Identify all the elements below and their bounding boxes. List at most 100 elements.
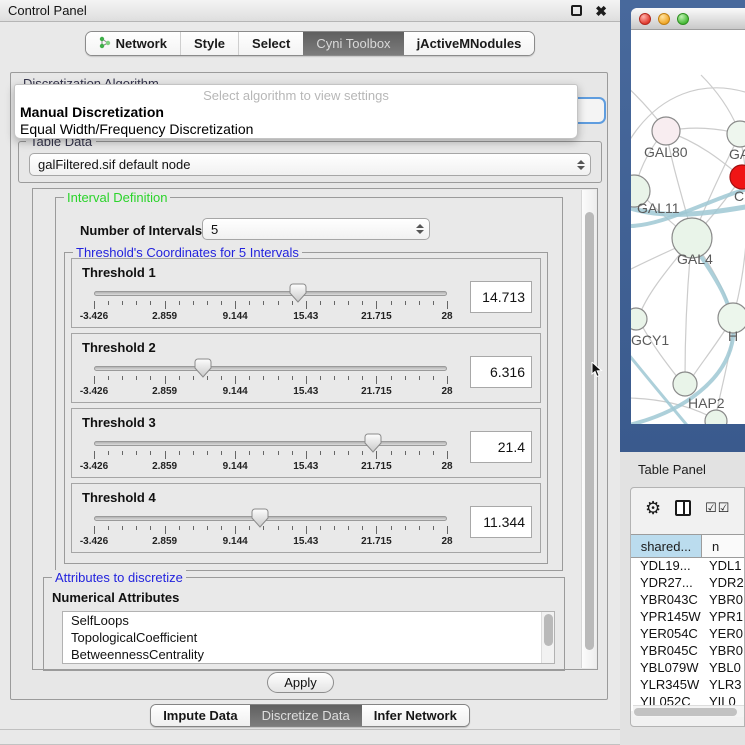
table-horizontal-scrollbar[interactable]: [633, 705, 744, 717]
control-panel-titlebar: Control Panel ✖: [0, 0, 620, 22]
threshold-2-box: Threshold 2-3.4262.8599.14415.4321.71528…: [71, 333, 541, 403]
panel-vertical-scrollbar[interactable]: [581, 190, 596, 668]
control-panel: Control Panel ✖ Network Style SelectCyni T…: [0, 0, 620, 745]
slider-thumb[interactable]: [194, 358, 212, 378]
algorithm-option-equal-width[interactable]: Equal Width/Frequency Discretization: [15, 120, 577, 137]
network-node-label: GAL4: [677, 251, 713, 267]
tab-style[interactable]: Style: [180, 32, 238, 55]
table-panel-box: ⚙ ☑☑ shared... n YDL19...YDL1YDR27...YDR…: [630, 487, 745, 727]
network-window-frame: GAL80GACGAL11GAL4GCY1HHAP2: [620, 0, 745, 452]
control-panel-title: Control Panel: [0, 3, 571, 18]
attribute-items: SelfLoopsTopologicalCoefficientBetweenne…: [63, 612, 554, 663]
slider-track[interactable]: [94, 516, 447, 521]
attributes-scrollbar-thumb[interactable]: [544, 614, 553, 646]
bottom-tab-discretize-data[interactable]: Discretize Data: [250, 705, 362, 726]
bottom-tab-infer-network[interactable]: Infer Network: [362, 705, 469, 726]
threshold-1-box: Threshold 1 -3.4262.8599.14415.4321.71528…: [71, 258, 541, 328]
tab-label: Network: [116, 36, 167, 51]
slider-ticks: [94, 301, 447, 310]
zoom-traffic-light-icon[interactable]: [677, 13, 689, 25]
network-node[interactable]: [730, 165, 745, 189]
tab-jactivemnodules[interactable]: jActiveMNodules: [404, 32, 535, 55]
threshold-label: Threshold 4: [82, 490, 156, 505]
bottom-tab-impute-data[interactable]: Impute Data: [151, 705, 249, 726]
threshold-label: Threshold 2: [82, 340, 156, 355]
column-header-name[interactable]: n: [702, 535, 745, 557]
table-row[interactable]: YBL079WYBL0: [631, 660, 745, 677]
table-horizontal-scrollbar-thumb[interactable]: [634, 708, 737, 716]
threshold-label: Threshold 3: [82, 415, 156, 430]
node-table-header: shared... n: [631, 534, 745, 558]
table-row[interactable]: YBR045CYBR0: [631, 643, 745, 660]
attributes-group: Attributes to discretize Numerical Attri…: [43, 577, 565, 671]
gear-icon[interactable]: ⚙: [645, 499, 661, 517]
table-row[interactable]: YDR27...YDR2: [631, 575, 745, 592]
network-node[interactable]: [727, 121, 745, 147]
table-panel: Table Panel ⚙ ☑☑ shared... n YDL19...YDL…: [620, 452, 745, 745]
network-node-label: GAL11: [637, 200, 680, 216]
table-data-combobox[interactable]: galFiltered.sif default node: [29, 153, 591, 176]
columns-icon[interactable]: [675, 500, 691, 516]
network-node-label: GAL80: [644, 144, 688, 160]
table-row[interactable]: YBR043CYBR0: [631, 592, 745, 609]
table-row[interactable]: YER054CYER0: [631, 626, 745, 643]
tab-network[interactable]: Network: [86, 32, 180, 55]
tab-cyni-toolbox[interactable]: Cyni Toolbox: [303, 32, 403, 55]
close-icon[interactable]: ✖: [595, 4, 607, 18]
network-node[interactable]: [705, 410, 727, 424]
panel-vertical-scrollbar-thumb[interactable]: [585, 212, 594, 650]
network-window-titlebar[interactable]: [631, 8, 745, 30]
slider-track[interactable]: [94, 291, 447, 296]
combo-spinner-icon: [413, 224, 429, 234]
attribute-item[interactable]: BetweennessCentrality: [63, 646, 554, 663]
network-node[interactable]: [652, 117, 680, 145]
table-panel-toolbar: ⚙ ☑☑: [631, 488, 744, 528]
slider-track[interactable]: [94, 441, 447, 446]
apply-button[interactable]: Apply: [267, 672, 334, 693]
slider-track[interactable]: [94, 366, 447, 371]
top-tab-row: Network Style SelectCyni ToolboxjActiveMNo…: [0, 31, 620, 56]
algorithm-dropdown-hint: Select algorithm to view settings: [15, 85, 577, 103]
interval-definition-title: Interval Definition: [64, 190, 170, 205]
number-of-intervals-label: Number of Intervals: [80, 223, 202, 238]
table-row[interactable]: YLR345WYLR3: [631, 677, 745, 694]
close-traffic-light-icon[interactable]: [639, 13, 651, 25]
tab-label: Style: [194, 36, 225, 51]
threshold-value-field[interactable]: 6.316: [470, 356, 532, 388]
slider-thumb[interactable]: [251, 508, 269, 528]
attributes-group-title: Attributes to discretize: [52, 570, 186, 585]
slider-ticks: [94, 376, 447, 385]
threshold-label: Threshold 1: [82, 265, 156, 280]
network-canvas[interactable]: GAL80GACGAL11GAL4GCY1HHAP2: [631, 30, 745, 424]
minimize-traffic-light-icon[interactable]: [658, 13, 670, 25]
slider-scale-labels: -3.4262.8599.14415.4321.71528: [94, 311, 447, 323]
thresholds-container: Threshold 1 -3.4262.8599.14415.4321.71528…: [65, 258, 547, 553]
network-node[interactable]: [631, 308, 647, 330]
algorithm-option-manual[interactable]: Manual Discretization: [15, 103, 577, 120]
attributes-scrollbar[interactable]: [541, 612, 554, 663]
threshold-value-field[interactable]: 21.4: [470, 431, 532, 463]
threshold-value-field[interactable]: 14.713: [470, 281, 532, 313]
checkbox-icons[interactable]: ☑☑: [705, 500, 730, 516]
float-window-icon[interactable]: [571, 5, 582, 16]
slider-thumb[interactable]: [289, 283, 307, 303]
table-panel-title: Table Panel: [638, 462, 706, 477]
slider-scale-labels: -3.4262.8599.14415.4321.71528: [94, 461, 447, 473]
tab-select[interactable]: Select: [238, 32, 303, 55]
column-header-shared-name[interactable]: shared...: [631, 535, 702, 557]
table-data-combobox-value: galFiltered.sif default node: [30, 157, 574, 172]
slider-ticks: [94, 526, 447, 535]
numerical-attributes-heading: Numerical Attributes: [52, 590, 179, 605]
threshold-3-box: Threshold 3 -3.4262.8599.14415.4321.71528…: [71, 408, 541, 478]
attribute-item[interactable]: TopologicalCoefficient: [63, 629, 554, 646]
table-row[interactable]: YPR145WYPR1: [631, 609, 745, 626]
table-row[interactable]: YDL19...YDL1: [631, 558, 745, 575]
interval-definition-group: Interval Definition Number of Intervals …: [55, 197, 563, 571]
attribute-item[interactable]: SelfLoops: [63, 612, 554, 629]
threshold-value-field[interactable]: 11.344: [470, 506, 532, 538]
bottom-tab-row: Impute DataDiscretize DataInfer Network: [0, 704, 620, 727]
number-of-intervals-combobox[interactable]: 5: [202, 218, 430, 240]
network-node[interactable]: [673, 372, 697, 396]
table-data-group: galFiltered.sif default node: [18, 141, 602, 183]
slider-thumb[interactable]: [364, 433, 382, 453]
